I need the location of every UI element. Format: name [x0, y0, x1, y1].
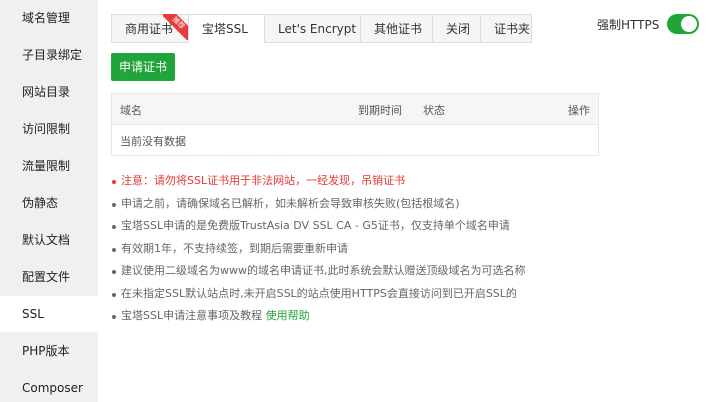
help-link[interactable]: 使用帮助 [266, 309, 310, 322]
tab-label: Let's Encrypt [278, 22, 357, 36]
column-expire-date: 到期时间 [358, 104, 402, 117]
sidebar-item-default-doc[interactable]: 默认文档 [0, 222, 98, 258]
sidebar-item-config-file[interactable]: 配置文件 [0, 259, 98, 295]
sidebar-item-subdirectory[interactable]: 子目录绑定 [0, 37, 98, 73]
apply-cert-button[interactable]: 申请证书 [111, 53, 175, 81]
force-https-label: 强制HTTPS [597, 18, 660, 32]
ssl-tab-bar: 商用证书 推荐 宝塔SSL Let's Encrypt 其他证书 关闭 证书夹 [111, 14, 532, 43]
sidebar-item-site-directory[interactable]: 网站目录 [0, 74, 98, 110]
force-https-toggle[interactable] [667, 14, 699, 34]
recommend-badge: 推荐 [163, 14, 189, 40]
help-text: 宝塔SSL申请注意事项及教程 [121, 309, 263, 322]
tab-close[interactable]: 关闭 [432, 14, 480, 43]
tab-lets-encrypt[interactable]: Let's Encrypt [264, 14, 360, 43]
cert-table: 域名 到期时间 状态 操作 当前没有数据 [111, 93, 599, 156]
toggle-knob [681, 16, 697, 32]
table-header: 域名 到期时间 状态 操作 [112, 94, 598, 125]
sidebar-item-ssl[interactable]: SSL [0, 296, 98, 332]
tab-label: 证书夹 [494, 22, 531, 36]
note-item: 宝塔SSL申请的是免费版TrustAsia DV SSL CA - G5证书，仅… [111, 217, 631, 240]
sidebar: 域名管理 子目录绑定 网站目录 访问限制 流量限制 伪静态 默认文档 配置文件 … [0, 0, 98, 402]
note-warning: 注意：请勿将SSL证书用于非法网站，一经发现，吊销证书 [111, 172, 631, 195]
tab-baota-ssl[interactable]: 宝塔SSL [188, 14, 264, 43]
table-empty-text: 当前没有数据 [120, 135, 186, 148]
note-item: 申请之前，请确保域名已解析，如未解析会导致审核失败(包括根域名) [111, 195, 631, 218]
tab-commercial-cert[interactable]: 商用证书 推荐 [111, 14, 189, 43]
tab-label: 其他证书 [374, 22, 423, 36]
recommend-badge-text: 推荐 [163, 14, 189, 40]
note-help: 宝塔SSL申请注意事项及教程 使用帮助 [111, 307, 631, 330]
column-domain: 域名 [120, 104, 142, 117]
note-item: 建议使用二级域名为www的域名申请证书,此时系统会默认赠送顶级域名为可选名称 [111, 262, 631, 285]
column-actions: 操作 [568, 104, 590, 117]
sidebar-item-domain[interactable]: 域名管理 [0, 0, 98, 36]
sidebar-item-rewrite[interactable]: 伪静态 [0, 185, 98, 221]
note-item: 在未指定SSL默认站点时,未开启SSL的站点使用HTTPS会直接访问到已开启SS… [111, 285, 631, 308]
sidebar-item-composer[interactable]: Composer [0, 370, 98, 402]
sidebar-item-access-limit[interactable]: 访问限制 [0, 111, 98, 147]
tab-other-cert[interactable]: 其他证书 [360, 14, 432, 43]
ssl-notes-list: 注意：请勿将SSL证书用于非法网站，一经发现，吊销证书 申请之前，请确保域名已解… [111, 172, 631, 330]
sidebar-item-php-version[interactable]: PHP版本 [0, 333, 98, 369]
sidebar-item-traffic-limit[interactable]: 流量限制 [0, 148, 98, 184]
column-status: 状态 [423, 104, 445, 117]
tab-label: 宝塔SSL [202, 22, 248, 36]
tab-cert-folder[interactable]: 证书夹 [480, 14, 532, 43]
note-item: 有效期1年，不支持续签，到期后需要重新申请 [111, 240, 631, 263]
tab-label: 关闭 [446, 22, 471, 36]
